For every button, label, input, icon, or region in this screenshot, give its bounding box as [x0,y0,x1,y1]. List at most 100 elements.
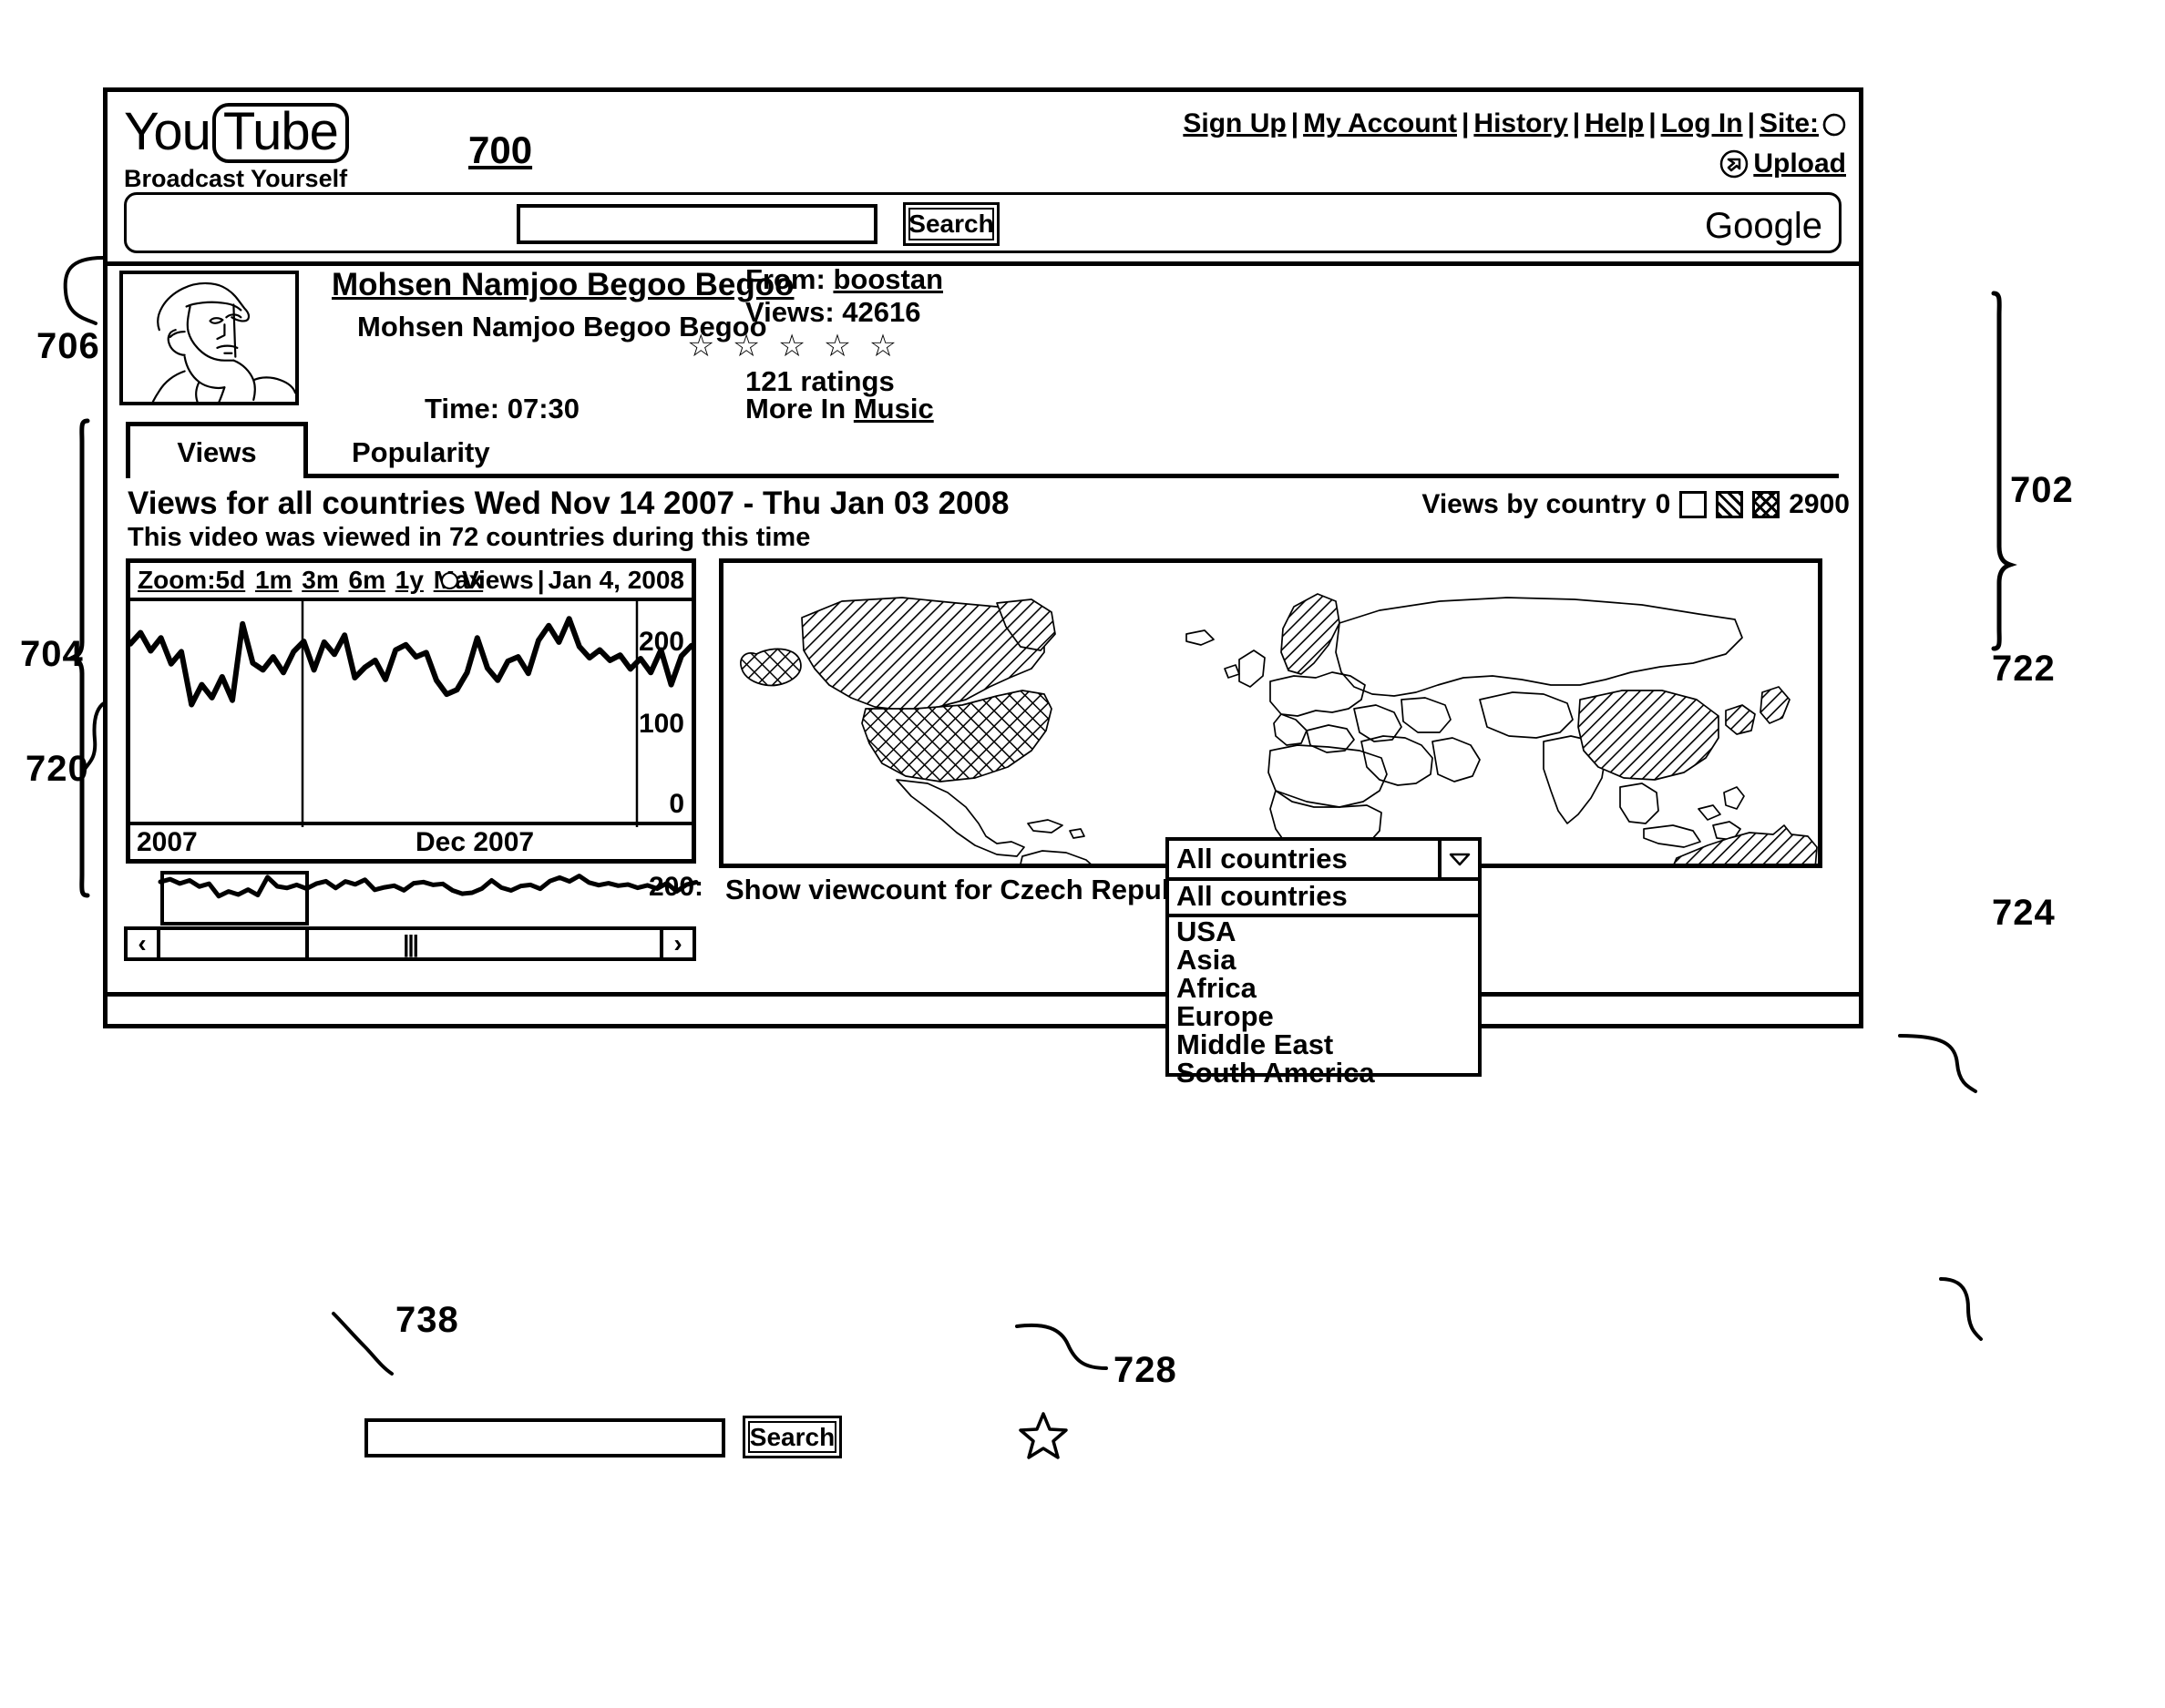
rating-stars[interactable]: ☆ ☆ ☆ ☆ ☆ [687,331,901,362]
nav-link-history[interactable]: History [1473,108,1567,138]
chart-series-readout: Views | Jan 4, 2008 [440,566,684,595]
country-option-europe[interactable]: Europe [1169,1002,1478,1030]
y-axis-tick-200: 200 [638,627,684,657]
video-uploader-row: From: boostan [745,263,943,296]
ref-number-720: 720 [26,749,89,789]
series-toggle-radio[interactable] [440,571,458,589]
stats-heading: Views for all countries Wed Nov 14 2007 … [128,486,1010,521]
zoom-option-5d[interactable]: 5d [216,566,249,594]
ref-number-700: 700 [468,128,533,171]
y-axis-tick-100: 100 [638,709,684,739]
tab-strip-rule [126,474,1839,478]
ref-number-702: 702 [2010,470,2074,510]
chart-scrollbar[interactable]: ‹ ||| › [124,926,696,961]
from-label: From: [745,263,826,295]
scrollbar-left-arrow[interactable]: ‹ [128,929,160,957]
scrollbar-section-divider [305,926,309,961]
scrollbar-thumb[interactable]: ||| [160,930,660,957]
video-title-link[interactable]: Mohsen Namjoo Begoo Begoo [332,267,795,303]
tab-views-label: Views [177,435,257,468]
series-label: Views [461,566,534,594]
nav-link-sign-up[interactable]: Sign Up [1183,108,1286,138]
tab-views[interactable]: Views [126,422,308,478]
ref-number-738: 738 [395,1300,459,1340]
nav-separator-5: | [1747,108,1755,138]
nav-separator-2: | [1462,108,1470,138]
footer-search-button[interactable]: Search [743,1416,842,1458]
views-line-chart-svg [128,601,694,827]
world-map-panel[interactable] [719,558,1822,868]
upload-icon [1719,149,1749,179]
top-navigation-bar: Sign Up | My Account | History | Help | Log In | S… [1183,108,1846,139]
country-option-africa[interactable]: Africa [1169,974,1478,1002]
logo-tube-text: Tube [211,103,349,163]
zoom-option-3m[interactable]: 3m [302,566,341,594]
views-by-country-legend: Views by country 0 2900 [1421,489,1850,520]
legend-swatch-hatch [1716,491,1744,518]
x-axis-tick-dec-2007: Dec 2007 [416,827,535,857]
logo-you-text: You [124,102,211,161]
zoom-label: Zoom: [138,566,216,594]
legend-swatch-crosshatch [1752,491,1780,518]
search-input[interactable] [517,204,877,244]
chevron-down-icon[interactable] [1438,841,1478,877]
more-in-label: More In [745,393,854,424]
search-provider-label: Google [1705,206,1822,246]
zoom-option-1m[interactable]: 1m [255,566,294,594]
country-select-options-list[interactable]: All countries USA Asia Africa Europe Mid… [1165,881,1482,1087]
favorite-star-icon[interactable] [1018,1410,1069,1461]
more-in-category-row: More In Music [745,393,934,425]
tab-popularity-label: Popularity [352,436,490,468]
nav-link-help[interactable]: Help [1585,108,1644,138]
upload-control[interactable]: Upload [1719,148,1846,179]
globe-icon [1822,113,1846,137]
chart-plot-area[interactable]: 200 100 0 [128,601,694,827]
views-chart-panel: Zoom:5d 1m 3m 6m 1y Max Views | Jan 4, 2… [126,558,696,864]
uploader-link[interactable]: boostan [833,263,943,295]
country-option-middle-east[interactable]: Middle East [1169,1030,1478,1059]
chart-zoom-controls: Zoom:5d 1m 3m 6m 1y Max [138,566,486,595]
footer-divider [108,992,1859,997]
nav-separator-3: | [1572,108,1581,138]
country-option-asia[interactable]: Asia [1169,946,1478,974]
nav-link-site[interactable]: Site: [1760,108,1819,138]
readout-separator: | [537,566,545,594]
header-divider [108,261,1859,266]
zoom-option-6m[interactable]: 6m [349,566,388,594]
search-button[interactable]: Search [903,202,1000,246]
x-axis-tick-2007: 2007 [137,827,198,857]
y-axis-tick-0: 0 [669,789,684,819]
navigator-max-label: 200: [649,872,704,902]
navigator-selection-window[interactable] [160,871,309,926]
ref-number-704: 704 [20,634,84,674]
country-option-all-countries[interactable]: All countries [1169,881,1478,917]
category-link[interactable]: Music [854,393,934,424]
legend-max-value: 2900 [1789,489,1850,519]
ref-number-724: 724 [1992,893,2056,933]
nav-link-log-in[interactable]: Log In [1661,108,1743,138]
video-thumbnail[interactable] [119,271,299,405]
nav-separator-1: | [1290,108,1299,138]
ref-number-706: 706 [36,326,100,366]
legend-min-value: 0 [1655,489,1671,519]
legend-title: Views by country [1421,489,1647,519]
ref-number-728: 728 [1113,1350,1177,1390]
tab-popularity[interactable]: Popularity [352,436,490,469]
nav-separator-4: | [1648,108,1657,138]
legend-swatch-none [1679,491,1708,518]
country-option-usa[interactable]: USA [1169,917,1478,946]
nav-link-my-account[interactable]: My Account [1303,108,1457,138]
search-bar-container: Search Google [124,192,1842,253]
youtube-logo[interactable]: You Tube Broadcast Yourself [124,103,349,193]
footer-search-input[interactable] [364,1418,725,1457]
upload-link[interactable]: Upload [1753,148,1846,179]
logo-tagline: Broadcast Yourself [124,165,348,192]
country-option-south-america[interactable]: South America [1169,1059,1478,1087]
scrollbar-right-arrow[interactable]: › [660,929,693,957]
map-country-caption: Show viewcount for Czech Republic [725,874,1211,905]
search-button-label: Search [908,210,994,238]
zoom-option-1y[interactable]: 1y [395,566,426,594]
readout-date: Jan 4, 2008 [548,566,684,594]
country-select-control[interactable]: All countries [1165,837,1482,881]
stats-subheading: This video was viewed in 72 countries du… [128,523,811,552]
